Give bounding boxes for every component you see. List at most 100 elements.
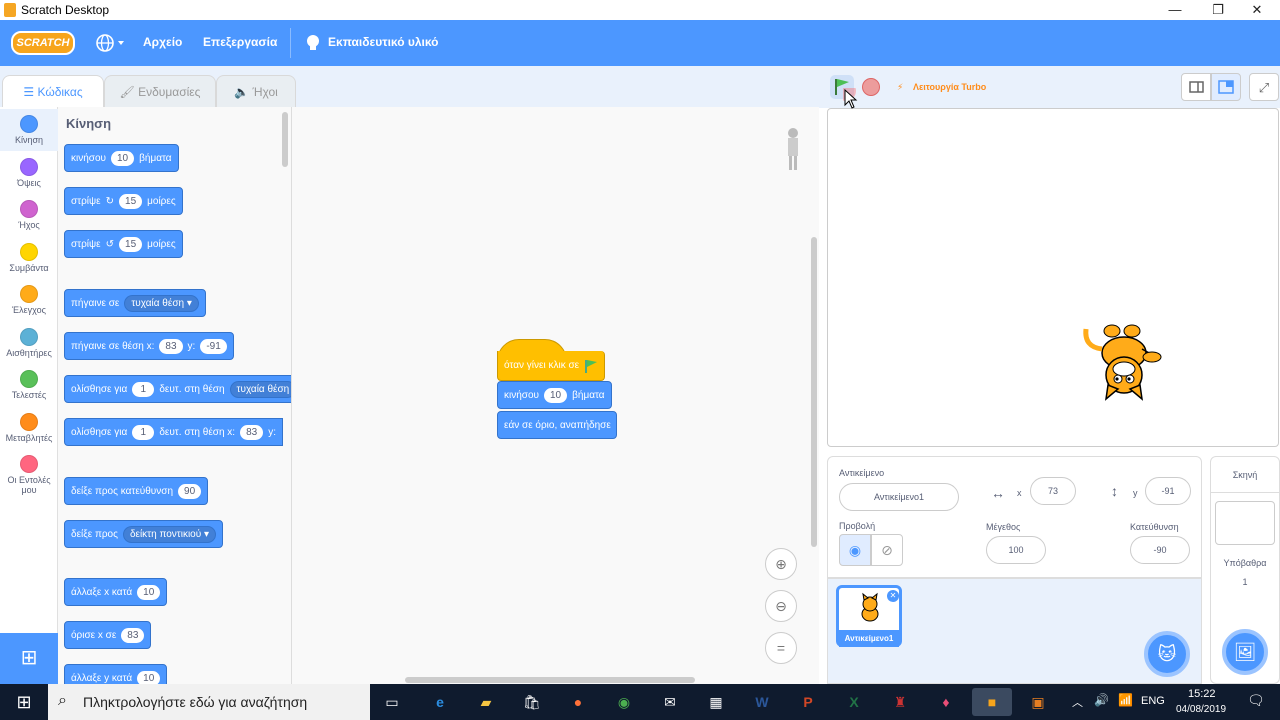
block-set-x[interactable]: όρισε x σε 83 <box>64 621 152 649</box>
script-hat-flag-block[interactable]: όταν γίνει κλικ σε <box>497 351 605 381</box>
start-button[interactable]: ⊞ <box>4 688 44 716</box>
seconds-input[interactable]: 1 <box>132 381 155 397</box>
palette-scrollbar[interactable] <box>282 112 288 167</box>
chrome-app[interactable]: ◉ <box>604 688 644 716</box>
category-sound[interactable]: Ήχος <box>0 194 58 236</box>
scratch-taskbar-app[interactable]: ■ <box>972 688 1012 716</box>
target-dropdown[interactable]: δείκτη ποντικιού ▾ <box>122 525 217 543</box>
close-button[interactable]: ✕ <box>1238 0 1276 20</box>
maximize-button[interactable]: ❐ <box>1199 0 1237 20</box>
steps-input[interactable]: 10 <box>544 387 568 403</box>
clock-date[interactable]: 04/08/2019 <box>1176 704 1226 715</box>
file-explorer-app[interactable]: ▰ <box>466 688 506 716</box>
category-looks[interactable]: Όψεις <box>0 152 58 194</box>
game-app[interactable]: ♜ <box>880 688 920 716</box>
show-sprite-button[interactable]: ◉ <box>839 534 871 566</box>
choose-sprite-button[interactable]: 🐱 <box>1144 631 1190 677</box>
x-position-input[interactable]: 73 <box>1030 477 1076 505</box>
code-workspace[interactable]: όταν γίνει κλικ σε κινήσου 10 βήματα εάν σ… <box>292 107 819 684</box>
tab-sounds[interactable]: 🔈 Ήχοι <box>216 75 296 107</box>
language-indicator[interactable]: ENG <box>1141 695 1165 707</box>
size-input[interactable]: 100 <box>986 536 1046 564</box>
script-bounce-block[interactable]: εάν σε όριο, αναπήδησε <box>497 411 617 439</box>
target-dropdown[interactable]: τυχαία θέση <box>229 380 291 398</box>
x-input[interactable]: 83 <box>159 338 183 354</box>
add-extension-button[interactable]: ⊞ <box>0 633 58 684</box>
firefox-app[interactable]: ● <box>558 688 598 716</box>
target-dropdown[interactable]: τυχαία θέση ▾ <box>124 294 199 312</box>
edge-app[interactable]: e <box>420 688 460 716</box>
notifications-icon[interactable]: 🗨 <box>1247 692 1265 709</box>
block-move-steps[interactable]: κινήσου 10 βήματα <box>64 144 179 172</box>
edit-menu[interactable]: Επεξεργασία <box>203 35 277 49</box>
tab-costumes[interactable]: 🖌 Ενδυμασίες <box>104 75 216 107</box>
hide-sprite-button[interactable]: ⊘ <box>871 534 903 566</box>
zoom-in-button[interactable]: ⊕ <box>765 548 797 580</box>
zoom-out-button[interactable]: ⊖ <box>765 590 797 622</box>
block-point-towards[interactable]: δείξε προς δείκτη ποντικιού ▾ <box>64 520 224 548</box>
block-glide-to-xy[interactable]: ολίσθησε για 1 δευτ. στη θέση x: 83 y: <box>64 418 283 446</box>
powerpoint-app[interactable]: P <box>788 688 828 716</box>
large-stage-button[interactable] <box>1211 73 1241 101</box>
value-input[interactable]: 10 <box>137 670 161 684</box>
category-operators[interactable]: Τελεστές <box>0 364 58 406</box>
file-menu[interactable]: Αρχείο <box>143 35 182 49</box>
category-my-blocks[interactable]: Οι Εντολές μου <box>0 449 58 497</box>
stage-canvas[interactable] <box>827 108 1279 447</box>
sprite-name-input[interactable]: Αντικείμενο1 <box>839 483 959 511</box>
language-menu[interactable] <box>96 33 124 53</box>
block-change-x[interactable]: άλλαξε x κατά 10 <box>64 578 168 606</box>
category-control[interactable]: Έλεγχος <box>0 279 58 321</box>
value-input[interactable]: 10 <box>137 584 161 600</box>
workspace-vertical-scrollbar[interactable] <box>811 237 817 547</box>
tutorials-menu[interactable]: Εκπαιδευτικό υλικό <box>304 33 454 53</box>
block-change-y[interactable]: άλλαξε y κατά 10 <box>64 664 168 684</box>
y-position-input[interactable]: -91 <box>1145 477 1191 505</box>
block-glide-to[interactable]: ολίσθησε για 1 δευτ. στη θέση τυχαία θέση <box>64 375 291 403</box>
taskbar-search[interactable]: ⌕ Πληκτρολογήστε εδώ για αναζήτηση <box>48 684 370 720</box>
delete-sprite-button[interactable]: ✕ <box>887 590 899 602</box>
stage-thumbnail[interactable] <box>1215 501 1275 545</box>
block-go-to[interactable]: πήγαινε σε τυχαία θέση ▾ <box>64 289 206 317</box>
category-motion[interactable]: Κίνηση <box>0 109 58 151</box>
stop-button[interactable] <box>862 78 880 96</box>
clock-time[interactable]: 15:22 <box>1188 688 1216 700</box>
minimize-button[interactable]: — <box>1156 0 1194 20</box>
zoom-reset-button[interactable]: = <box>765 632 797 664</box>
degrees-input[interactable]: 15 <box>119 236 143 252</box>
excel-app[interactable]: X <box>834 688 874 716</box>
value-input[interactable]: 83 <box>121 627 145 643</box>
mail-app[interactable]: ✉ <box>650 688 690 716</box>
calculator-app[interactable]: ▦ <box>696 688 736 716</box>
workspace-horizontal-scrollbar[interactable] <box>405 677 695 683</box>
task-view-button[interactable]: ▭ <box>372 688 412 716</box>
wifi-icon[interactable]: 📶 <box>1118 693 1133 707</box>
category-sensing[interactable]: Αισθητήρες <box>0 322 58 364</box>
store-app[interactable]: 🛍 <box>512 688 552 716</box>
word-app[interactable]: W <box>742 688 782 716</box>
choose-backdrop-button[interactable]: 🖼 <box>1222 629 1268 675</box>
degrees-input[interactable]: 15 <box>119 193 143 209</box>
seconds-input[interactable]: 1 <box>132 424 155 440</box>
tab-code[interactable]: ☰ Κώδικας <box>2 75 104 109</box>
x-input[interactable]: 83 <box>240 424 264 440</box>
steps-input[interactable]: 10 <box>111 150 135 166</box>
cat-sprite[interactable] <box>1076 313 1172 409</box>
direction-input[interactable]: 90 <box>178 483 202 499</box>
script-move-block[interactable]: κινήσου 10 βήματα <box>497 381 612 409</box>
block-turn-left[interactable]: στρίψε ↺ 15 μοίρες <box>64 230 183 258</box>
direction-input[interactable]: -90 <box>1130 536 1190 564</box>
block-turn-right[interactable]: στρίψε ↻ 15 μοίρες <box>64 187 183 215</box>
category-variables[interactable]: Μεταβλητές <box>0 407 58 449</box>
block-go-to-xy[interactable]: πήγαινε σε θέση x: 83 y: -91 <box>64 332 234 360</box>
tray-chevron-icon[interactable]: ︿ <box>1072 694 1083 710</box>
maps-app[interactable]: ♦ <box>926 688 966 716</box>
volume-icon[interactable]: 🔊 <box>1094 693 1109 707</box>
paint-app[interactable]: ▣ <box>1018 688 1058 716</box>
fullscreen-button[interactable]: ⤢ <box>1249 73 1279 101</box>
scratch-logo[interactable]: SCRATCH <box>11 31 75 55</box>
block-point-direction[interactable]: δείξε προς κατεύθυνση 90 <box>64 477 209 505</box>
category-events[interactable]: Συμβάντα <box>0 237 58 279</box>
small-stage-button[interactable] <box>1181 73 1211 101</box>
y-input[interactable]: -91 <box>200 338 227 354</box>
